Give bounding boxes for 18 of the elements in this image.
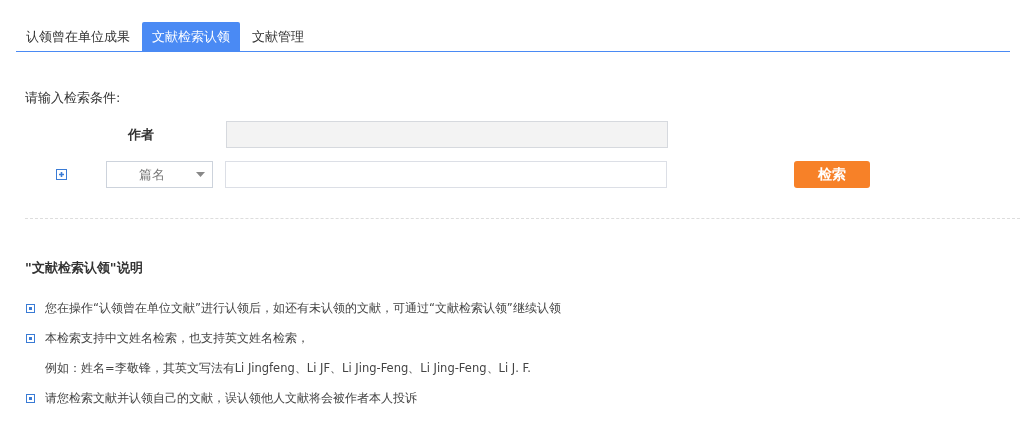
caret-icon: [196, 172, 205, 177]
add-icon[interactable]: [56, 169, 67, 180]
field-select[interactable]: 篇名: [106, 161, 213, 188]
search-field[interactable]: [225, 161, 667, 188]
bullet-icon: [26, 303, 35, 313]
tab[interactable]: 文献管理: [242, 22, 314, 51]
bullet-icon: [26, 393, 35, 403]
note-text: 您在操作“认领曾在单位文献”进行认领后，如还有未认领的文献，可通过“文献检索认领”继续认领: [45, 300, 561, 316]
notes-title: "文献检索认领"说明: [25, 259, 144, 277]
author-label: 作者: [126, 125, 155, 144]
note-text: 请您检索文献并认领自己的文献，误认领他人文献将会被作者本人投诉: [45, 390, 417, 406]
note-text: 本检索支持中文姓名检索，也支持英文姓名检索，: [45, 330, 309, 346]
tab[interactable]: 认领曾在单位成果: [16, 22, 140, 51]
note-text: 例如：姓名=李敬锋，其英文写法有Li Jingfeng、Li JF、Li Jing-Feng、Li Jing-Feng、Li J. F.: [45, 360, 531, 376]
tab[interactable]: 文献检索认领: [142, 22, 240, 51]
search-button[interactable]: 检索: [794, 161, 870, 188]
search-prompt: 请输入检索条件:: [25, 89, 122, 107]
bullet-icon: [26, 333, 35, 343]
